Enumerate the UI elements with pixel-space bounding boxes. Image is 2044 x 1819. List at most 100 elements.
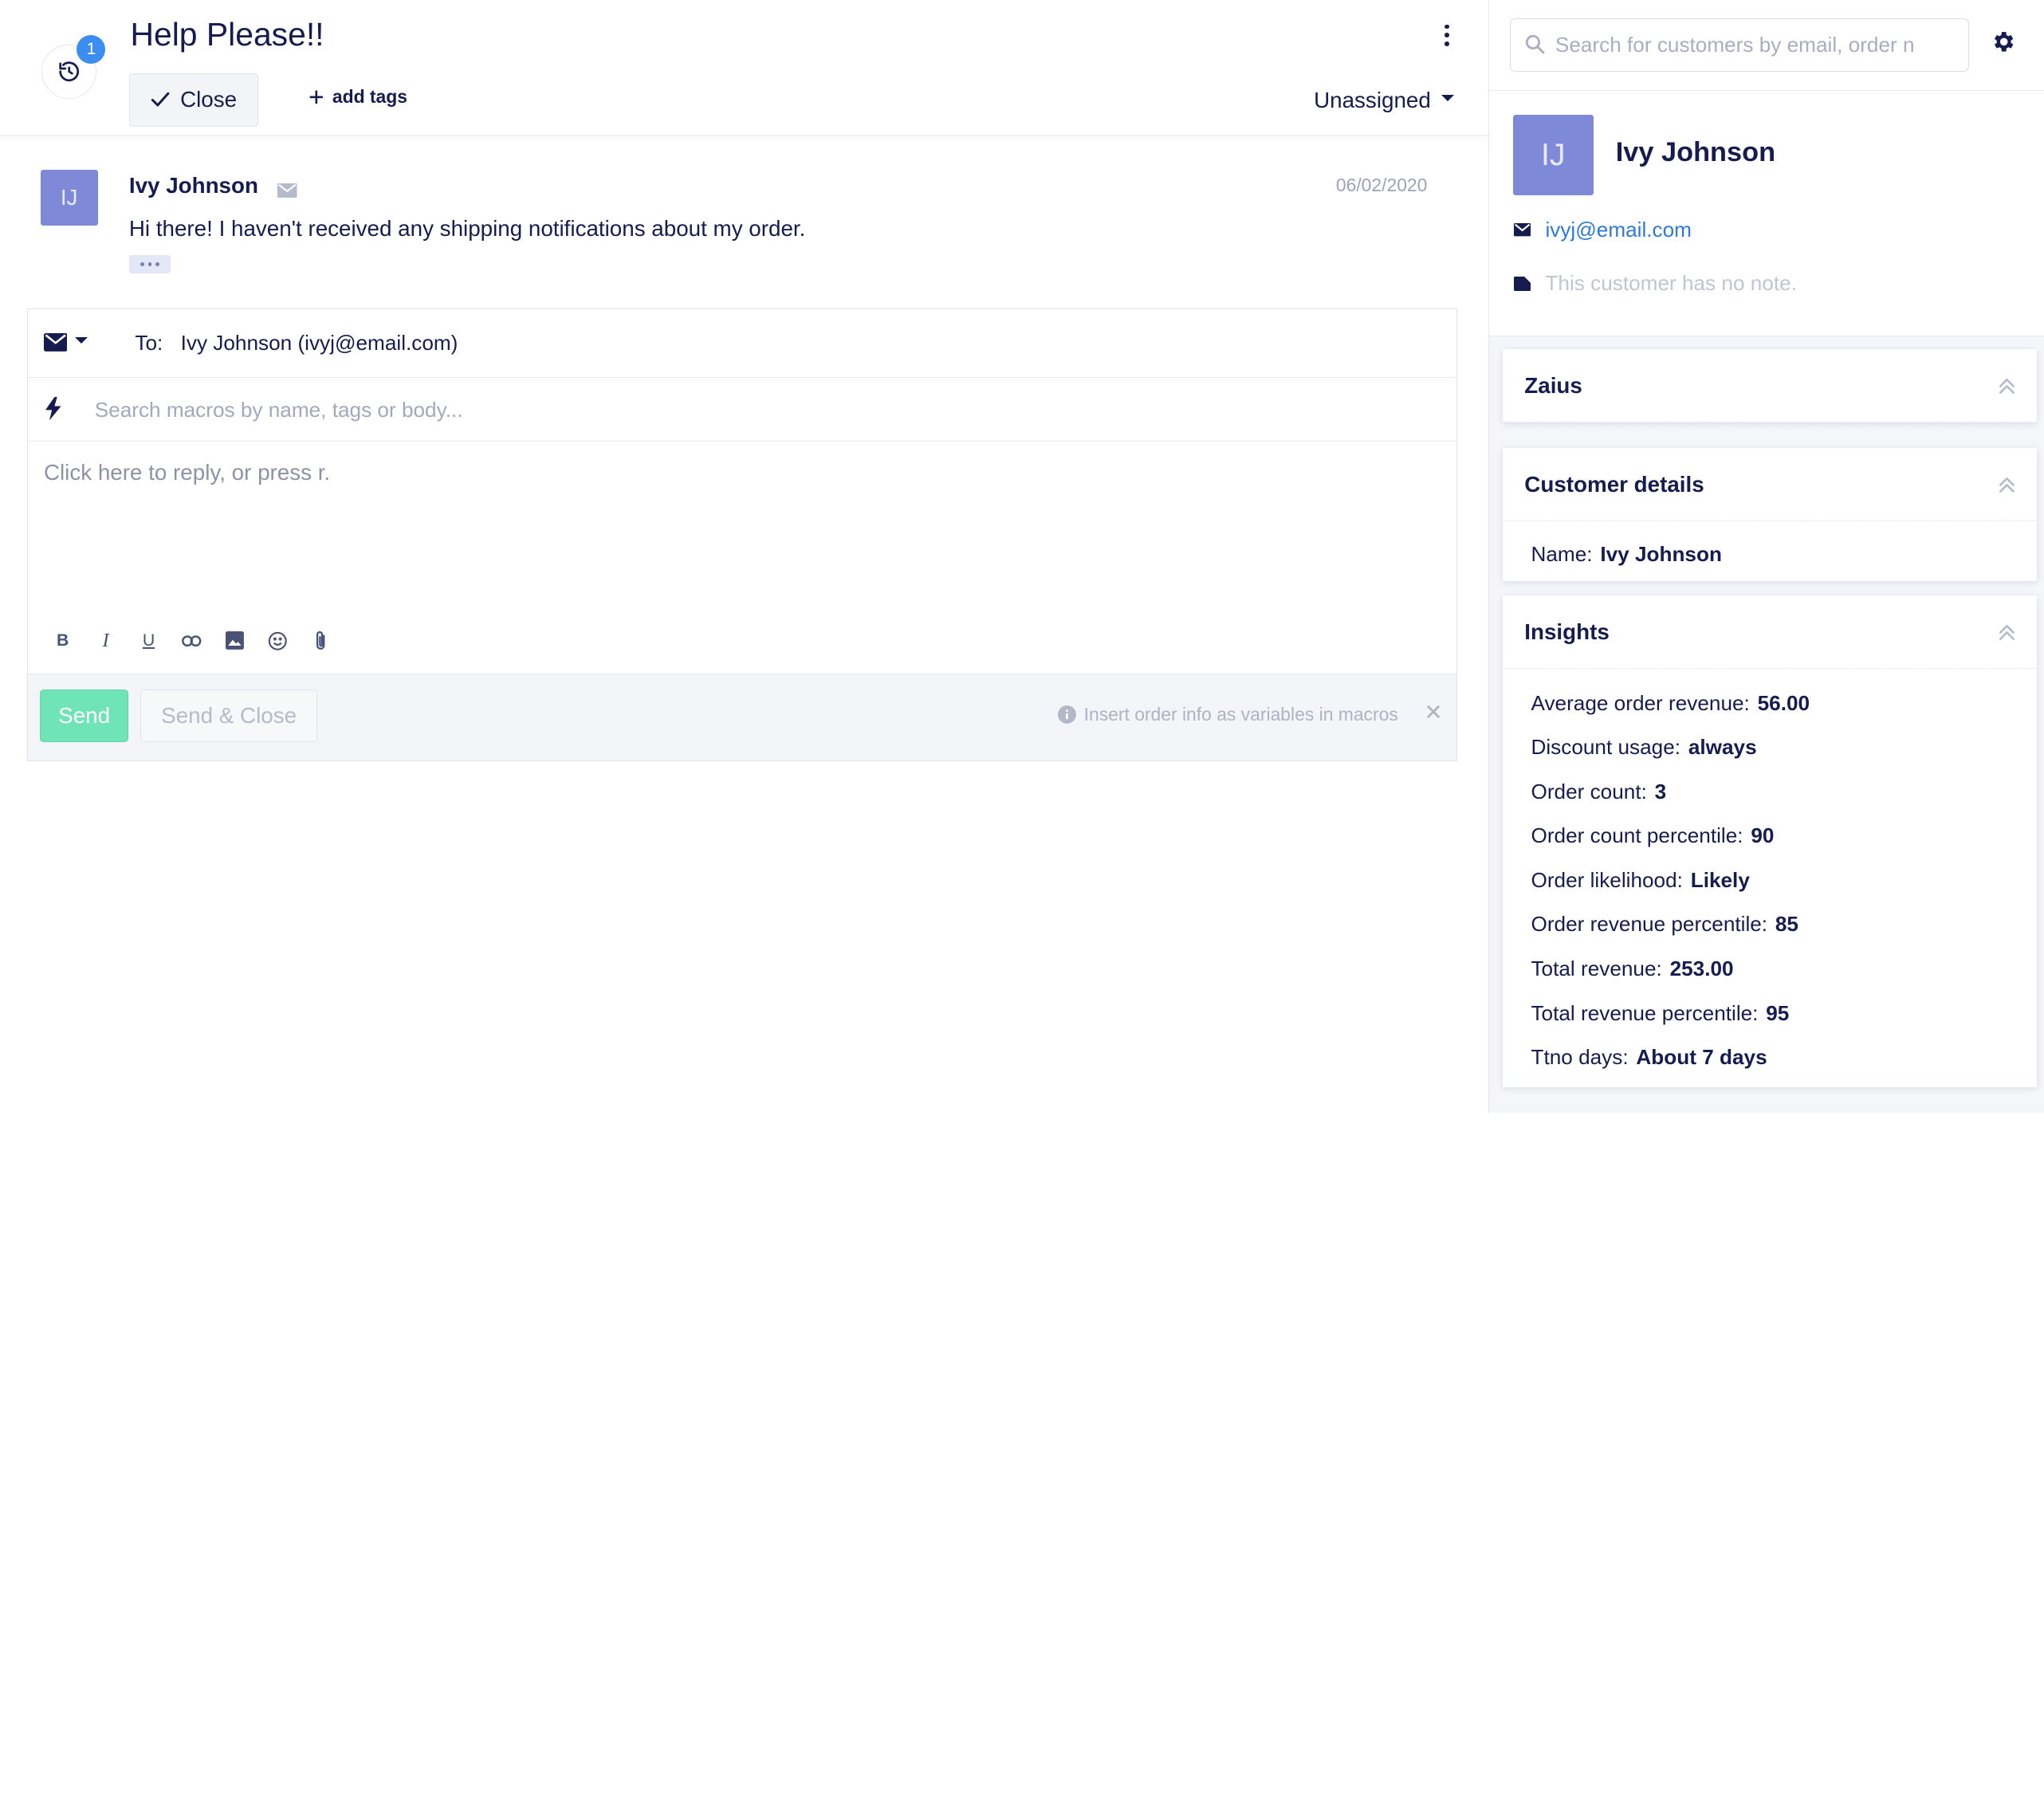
widget-title: Insights (1524, 619, 1610, 644)
customer-note-row: This customer has no note. (1514, 271, 1797, 296)
email-icon (1514, 223, 1531, 237)
insight-label: Order count: (1531, 779, 1647, 803)
insight-value: 95 (1766, 1000, 1790, 1025)
recipient-field[interactable]: Ivy Johnson (ivyj@email.com) (181, 331, 458, 356)
recipient-row: To: Ivy Johnson (ivyj@email.com) (28, 309, 1456, 378)
widget-zaius-header[interactable]: Zaius (1502, 349, 2037, 422)
insight-row: Ttno days: About 7 days (1531, 1045, 1767, 1070)
macro-row (28, 378, 1456, 442)
detail-label: Name: (1531, 542, 1593, 567)
macro-search-input[interactable] (94, 393, 1268, 427)
insight-label: Total revenue: (1531, 957, 1662, 981)
widget-customer-details-header[interactable]: Customer details (1502, 448, 2037, 521)
history-icon (59, 61, 79, 82)
add-tags-label: add tags (332, 85, 407, 107)
bold-icon[interactable]: B (50, 627, 75, 654)
insight-label: Average order revenue: (1531, 690, 1750, 715)
check-icon (151, 92, 170, 107)
customer-sidebar: IJ Ivy Johnson ivyj@email.com This custo… (1488, 0, 2044, 1114)
customer-search[interactable] (1510, 18, 1969, 72)
insight-value: 90 (1751, 823, 1775, 848)
assignee-dropdown[interactable]: Unassigned (1314, 88, 1454, 113)
info-icon (1057, 705, 1076, 725)
customer-note[interactable]: This customer has no note. (1545, 271, 1796, 296)
sidebar-header (1489, 0, 2044, 92)
widget-title: Customer details (1524, 471, 1704, 497)
composer-footer: Send Send & Close Insert order info as v… (28, 673, 1456, 761)
assignee-label: Unassigned (1314, 87, 1431, 112)
macro-variables-hint: Insert order info as variables in macros (1057, 704, 1398, 725)
insight-row: Average order revenue: 56.00 (1531, 691, 1810, 716)
ticket-header: 1 Help Please!! Close add tags Unassigne… (0, 0, 1489, 136)
insight-row: Order count: 3 (1531, 780, 1666, 804)
ticket-title[interactable]: Help Please!! (131, 16, 324, 53)
insight-value: 253.00 (1669, 957, 1734, 981)
insight-value: 56.00 (1757, 690, 1810, 715)
send-and-close-button[interactable]: Send & Close (140, 689, 318, 742)
insight-row: Order revenue percentile: 85 (1531, 912, 1798, 937)
insight-row: Order count percentile: 90 (1531, 823, 1774, 848)
insight-value: Likely (1690, 867, 1750, 892)
channel-selector[interactable] (43, 332, 88, 352)
attachment-icon[interactable] (309, 627, 333, 654)
widget-title: Zaius (1524, 372, 1582, 398)
customer-search-input[interactable] (1555, 29, 1955, 61)
ticket-main-panel: 1 Help Please!! Close add tags Unassigne… (0, 0, 1489, 1114)
email-icon (43, 332, 68, 352)
widget-zaius: Zaius (1502, 349, 2037, 422)
detail-value: Ivy Johnson (1600, 542, 1722, 567)
send-button[interactable]: Send (40, 689, 129, 742)
customer-email-link[interactable]: ivyj@email.com (1545, 218, 1692, 242)
insight-row: Order likelihood: Likely (1531, 868, 1749, 893)
chevron-double-up-icon[interactable] (1998, 476, 2016, 494)
close-ticket-button[interactable]: Close (128, 73, 258, 127)
search-icon (1526, 35, 1545, 54)
image-icon[interactable] (222, 627, 247, 654)
gear-icon[interactable] (1990, 29, 2016, 55)
widget-customer-details: Customer details Name: Ivy Johnson (1502, 448, 2037, 582)
add-tags-button[interactable]: add tags (309, 86, 407, 108)
history-count-badge: 1 (77, 35, 106, 65)
expand-quoted-button[interactable] (128, 255, 171, 274)
insight-label: Order count percentile: (1531, 823, 1743, 848)
dismiss-hint-icon[interactable]: ✕ (1424, 699, 1442, 725)
detail-row-name: Name: Ivy Johnson (1531, 542, 1721, 567)
plus-icon (310, 90, 324, 104)
formatting-toolbar: B I U (50, 627, 333, 654)
insight-label: Ttno days: (1531, 1045, 1629, 1070)
italic-icon[interactable]: I (93, 627, 118, 654)
insight-row: Total revenue percentile: 95 (1531, 1001, 1789, 1026)
reply-editor[interactable]: Click here to reply, or press r. (44, 460, 330, 485)
customer-email-row: ivyj@email.com (1514, 218, 1692, 242)
insight-label: Order likelihood: (1531, 867, 1683, 892)
emoji-icon[interactable] (265, 627, 290, 654)
chevron-double-up-icon[interactable] (1998, 377, 2016, 395)
helpdesk-ticket-view: 1 Help Please!! Close add tags Unassigne… (0, 0, 2044, 1114)
email-channel-icon (277, 179, 297, 203)
customer-avatar: IJ (40, 169, 98, 226)
caret-down-icon (75, 336, 88, 344)
hint-text: Insert order info as variables in macros (1083, 704, 1398, 725)
note-icon (1514, 276, 1531, 291)
underline-icon[interactable]: U (136, 627, 161, 654)
widget-insights-header[interactable]: Insights (1502, 595, 2037, 669)
chevron-double-up-icon[interactable] (1998, 623, 2016, 642)
customer-card: IJ Ivy Johnson ivyj@email.com This custo… (1489, 91, 2044, 336)
insight-row: Total revenue: 253.00 (1531, 957, 1733, 981)
link-icon[interactable] (179, 627, 204, 654)
to-label: To: (135, 330, 163, 355)
message-date: 06/02/2020 (1335, 175, 1428, 196)
message-author[interactable]: Ivy Johnson (129, 173, 258, 198)
widget-insights: Insights Average order revenue: 56.00 Dis… (1502, 595, 2037, 1087)
insight-label: Order revenue percentile: (1531, 912, 1768, 937)
insight-value: About 7 days (1636, 1045, 1767, 1070)
close-ticket-label: Close (180, 87, 238, 112)
insight-label: Total revenue percentile: (1531, 1000, 1759, 1025)
more-options-icon[interactable] (1435, 20, 1458, 51)
customer-name[interactable]: Ivy Johnson (1616, 137, 1775, 168)
insight-row: Discount usage: always (1531, 735, 1756, 760)
insight-value: 85 (1775, 912, 1798, 937)
customer-avatar-large: IJ (1512, 114, 1594, 196)
lightning-icon (45, 397, 61, 421)
message-body: Hi there! I haven't received any shippin… (128, 216, 806, 242)
